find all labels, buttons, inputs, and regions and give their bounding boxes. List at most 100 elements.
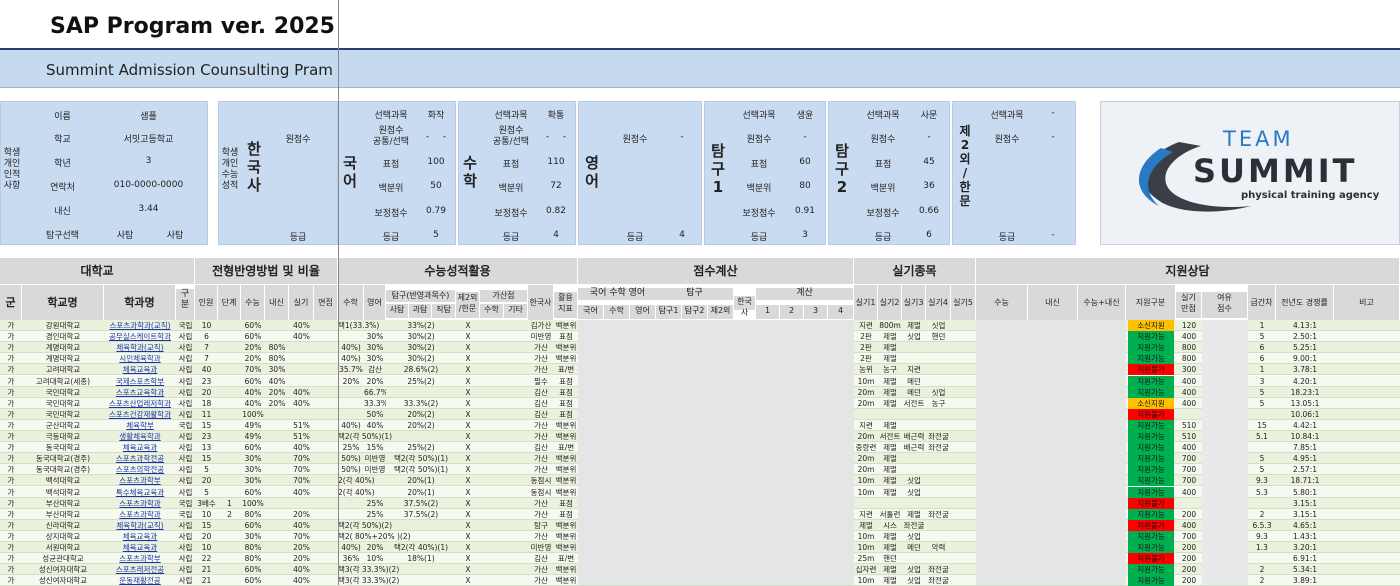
- cell-dept[interactable]: 스포츠레저전공: [104, 564, 176, 575]
- cell-use: 백분위: [555, 476, 577, 486]
- gpa-value[interactable]: 3.44: [101, 204, 196, 214]
- inquiry2-raw-value[interactable]: -: [911, 132, 947, 142]
- cell-school: 강원대학교: [45, 321, 81, 330]
- cell-sil: 40%: [293, 332, 310, 342]
- header-calc: 점수계산: [578, 258, 854, 285]
- cell-dept[interactable]: 스포츠과학부: [104, 475, 176, 486]
- inquiry2-pct-value[interactable]: 36: [911, 181, 947, 191]
- cell-gun: 가: [7, 332, 15, 342]
- cell-dept[interactable]: 체육학과(교직): [104, 520, 176, 531]
- cell-dept[interactable]: 스포츠과학과(교직): [104, 320, 176, 331]
- korean-subject-value[interactable]: 화작: [419, 108, 453, 121]
- cell-sil: 51%: [293, 420, 310, 430]
- header-univ: 대학교: [0, 258, 195, 285]
- cell-dept[interactable]: 체육교육과: [104, 442, 176, 453]
- math-adj-value: 0.82: [545, 206, 567, 216]
- inquiry1-pct-value[interactable]: 80: [787, 181, 823, 191]
- cell-dept[interactable]: 특수체육교육과: [104, 487, 176, 498]
- cell-q: 15: [201, 454, 212, 464]
- math-raw-common[interactable]: -: [539, 132, 556, 142]
- cell-nae: [265, 575, 289, 586]
- grade-value[interactable]: 3: [101, 156, 196, 166]
- math-subject-value[interactable]: 확통: [539, 108, 573, 121]
- inquiry1-raw-value[interactable]: -: [787, 132, 823, 142]
- name-value[interactable]: 샘플: [101, 109, 196, 122]
- col-c-2: 2: [780, 305, 804, 319]
- cell-dept[interactable]: 국제스포츠학부: [104, 376, 176, 387]
- korean-pct-value[interactable]: 50: [419, 181, 453, 191]
- cell-st: [218, 487, 241, 498]
- inquiry-select-1[interactable]: 사탐: [109, 228, 141, 241]
- cell-s2: X: [465, 432, 471, 441]
- cell-s2: X: [465, 565, 471, 575]
- math-grade-label: 등급: [502, 233, 520, 243]
- inquiry1-subject-value[interactable]: 생윤: [787, 108, 823, 121]
- cell-p1: 10m: [857, 531, 875, 541]
- cell-dept[interactable]: 스포츠과학과: [104, 498, 176, 509]
- second-lang-raw-value[interactable]: -: [1035, 132, 1071, 142]
- cell-dept[interactable]: 스포츠건강재활학과: [104, 409, 176, 420]
- inquiry2-std-value[interactable]: 45: [911, 157, 947, 167]
- math-std-value[interactable]: 110: [539, 157, 573, 167]
- math-raw-select[interactable]: -: [556, 132, 573, 142]
- cell-type: 지원가능: [1128, 453, 1174, 465]
- cell-sil: [289, 364, 314, 375]
- cell-dept[interactable]: 생활체육학과: [104, 431, 176, 442]
- col-c-kme: 국어 수학 영어: [578, 288, 658, 300]
- cell-dept[interactable]: 스포츠산업레저학과: [104, 398, 176, 409]
- cell-dept[interactable]: 체육교육과: [104, 531, 176, 542]
- math-std-label: 표점: [502, 160, 520, 170]
- inquiry2-pct-label: 백분위: [870, 184, 896, 194]
- korean-std-value[interactable]: 100: [419, 157, 453, 167]
- cell-dept[interactable]: 스포츠교육학과: [104, 387, 176, 398]
- cell-s2: X: [465, 354, 471, 364]
- cell-full: 700: [1181, 465, 1197, 475]
- cell-sn: 70%: [244, 365, 262, 375]
- inquiry1-std-value[interactable]: 60: [787, 157, 823, 167]
- col-c-2nd: 제2외: [708, 305, 734, 319]
- cell-dept[interactable]: 시민체육학과: [104, 353, 176, 364]
- second-lang-subject-value[interactable]: -: [1035, 108, 1071, 118]
- cell-my: [314, 475, 338, 486]
- cell-sm: 20%: [342, 376, 360, 386]
- cell-gun: 가: [7, 443, 15, 453]
- cell-dept[interactable]: 스포츠의학전공: [104, 464, 176, 475]
- cell-st: 2: [227, 509, 232, 519]
- english-raw-value[interactable]: -: [665, 132, 699, 142]
- cell-se: [364, 320, 386, 331]
- contact-value[interactable]: 010-0000-0000: [101, 180, 196, 190]
- cell-dept[interactable]: 스포츠과학과: [104, 509, 176, 520]
- cell-p2: 제멀: [883, 387, 897, 397]
- cell-st: [218, 520, 241, 531]
- col-p5: 실기5: [951, 285, 976, 320]
- cell-s2: X: [465, 420, 471, 430]
- cell-dept[interactable]: 공무실스케이트학과: [104, 331, 176, 342]
- redacted-consult-area: [976, 320, 1126, 585]
- cell-gun: 가: [7, 531, 15, 541]
- cell-dept[interactable]: 스포츠과학부: [104, 553, 176, 564]
- cell-dept[interactable]: 스포츠과학전공: [104, 453, 176, 464]
- cell-gb: 사립: [178, 443, 193, 453]
- math-pct-value[interactable]: 72: [539, 181, 573, 191]
- school-value[interactable]: 서밋고등학교: [101, 132, 196, 145]
- inquiry-select-2[interactable]: 사탐: [159, 228, 191, 241]
- cell-dept[interactable]: 체육교육과: [104, 542, 176, 553]
- cell-dept[interactable]: 운동재활전공: [104, 575, 176, 586]
- cell-dept[interactable]: 체육학부: [104, 420, 176, 431]
- cell-bh: 미반영: [530, 543, 552, 552]
- cell-p5: [951, 387, 976, 398]
- cell-se: [364, 564, 386, 575]
- inquiry2-subject-value[interactable]: 사문: [911, 108, 947, 121]
- cell-p5: [951, 342, 976, 353]
- logo-swoosh-icon: TEAM SUMMIT physical training agency: [1138, 127, 1380, 212]
- cell-dept[interactable]: 체육교육과: [104, 364, 176, 375]
- korean-raw-label: 원점수 공통/선택: [372, 126, 410, 147]
- cell-dept[interactable]: 체육학과(교직): [104, 342, 176, 353]
- korean-raw-common[interactable]: -: [419, 132, 436, 142]
- name-label: 이름: [54, 112, 71, 122]
- col-k-nae: 내신: [1028, 285, 1078, 320]
- cell-nae: [265, 520, 289, 531]
- korean-raw-select[interactable]: -: [436, 132, 453, 142]
- cell-p3: 지련: [907, 365, 921, 375]
- col-s-hist: 한국사: [528, 285, 554, 320]
